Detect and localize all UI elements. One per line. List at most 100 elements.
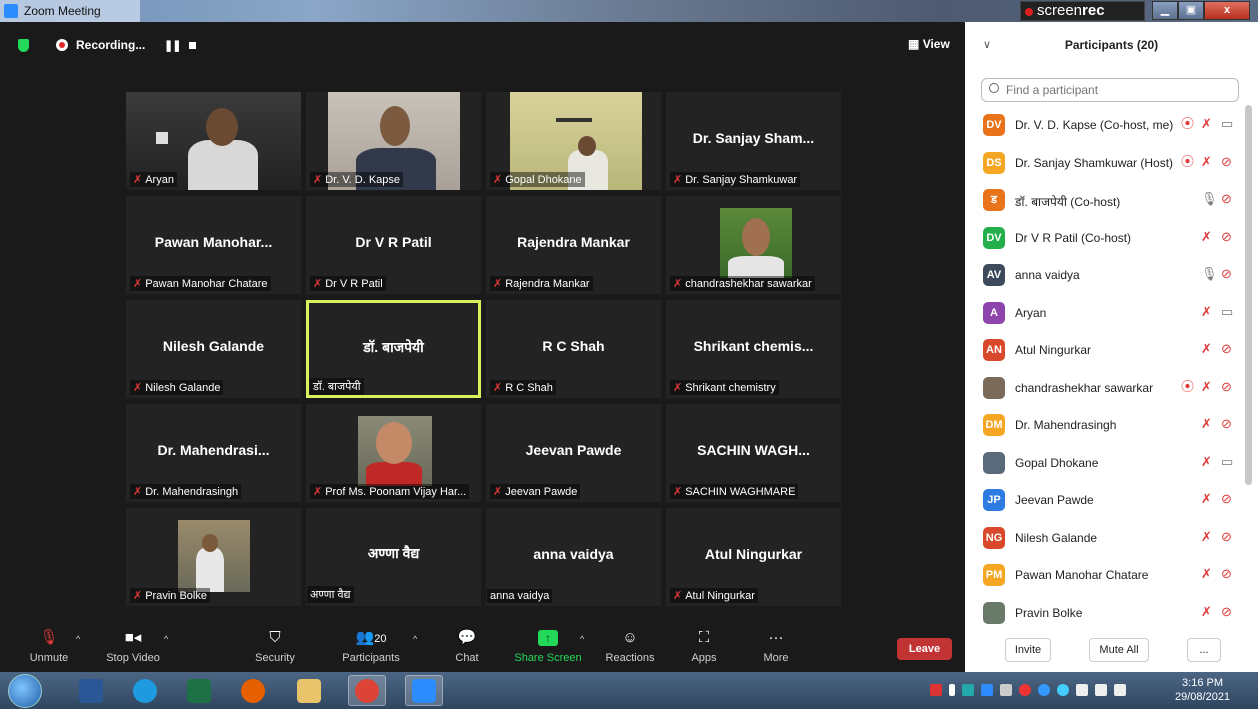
taskbar-edge[interactable] — [126, 675, 164, 706]
video-off-icon[interactable]: ⊘ — [1221, 567, 1232, 581]
battery-icon[interactable] — [1114, 684, 1126, 696]
antivirus-icon[interactable] — [1019, 684, 1031, 696]
participant-row[interactable]: NG Nilesh Galande ✗ ⊘ — [965, 520, 1258, 557]
network-icon[interactable] — [1038, 684, 1050, 696]
start-button[interactable] — [8, 674, 42, 708]
participant-row[interactable]: chandrashekhar sawarkar ⦿ ✗ ⊘ — [965, 370, 1258, 407]
mic-icon[interactable]: 🎙 — [1201, 192, 1218, 206]
participant-row[interactable]: AN Atul Ningurkar ✗ ⊘ — [965, 332, 1258, 369]
participant-row[interactable]: DS Dr. Sanjay Shamkuwar (Host) ⦿ ✗ ⊘ — [965, 145, 1258, 182]
invite-button[interactable]: Invite — [1005, 638, 1051, 662]
maximize-button[interactable]: ▣ — [1178, 1, 1204, 20]
video-tile[interactable]: Jeevan Pawde ✗ Jeevan Pawde — [486, 404, 661, 502]
participant-row[interactable]: Pravin Bolke ✗ ⊘ — [965, 595, 1258, 632]
taskbar-word[interactable] — [72, 675, 110, 706]
participant-row[interactable]: A Aryan ✗ ▭ — [965, 295, 1258, 332]
chat-button[interactable]: 💬 Chat — [448, 628, 486, 664]
video-tile[interactable]: Shrikant chemis... ✗ Shrikant chemistry — [666, 300, 841, 398]
participant-row[interactable]: AV anna vaidya 🎙 ⊘ — [965, 257, 1258, 294]
taskbar-chrome[interactable] — [348, 675, 386, 706]
stop-video-button[interactable]: ■◂ Stop Video — [100, 628, 166, 664]
pause-recording-button[interactable]: ❚❚ — [164, 39, 181, 52]
video-off-icon[interactable]: ⊘ — [1221, 604, 1232, 619]
leave-button[interactable]: Leave — [897, 638, 952, 660]
muted-mic-icon[interactable]: ✗ — [1201, 492, 1212, 506]
participant-search-input[interactable] — [981, 78, 1239, 102]
video-tile[interactable]: Nilesh Galande ✗ Nilesh Galande — [126, 300, 301, 398]
unmute-button[interactable]: 🎙 Unmute — [22, 628, 76, 664]
taskbar-firefox[interactable] — [234, 675, 272, 706]
muted-mic-icon[interactable]: ✗ — [1201, 304, 1212, 319]
active-speaker-tile[interactable]: डॉ. बाजपेयी डॉ. बाजपेयी — [306, 300, 481, 398]
taskbar-excel[interactable] — [180, 675, 218, 706]
video-tile[interactable]: anna vaidya anna vaidya — [486, 508, 661, 606]
video-camera-icon[interactable]: ▭ — [1221, 117, 1233, 131]
muted-mic-icon[interactable]: ✗ — [1201, 417, 1212, 431]
participants-caret-icon[interactable]: ^ — [413, 634, 417, 644]
app-tray-icon[interactable] — [962, 684, 974, 696]
more-options-button[interactable]: ... — [1187, 638, 1221, 662]
participant-row[interactable]: DM Dr. Mahendrasingh ✗ ⊘ — [965, 407, 1258, 444]
video-tile[interactable]: ✗ Aryan — [126, 92, 301, 190]
close-button[interactable]: x — [1204, 1, 1250, 20]
system-clock[interactable]: 3:16 PM 29/08/2021 — [1175, 676, 1230, 704]
taskbar-explorer[interactable] — [290, 675, 328, 706]
video-off-icon[interactable]: ⊘ — [1221, 154, 1232, 169]
participant-row[interactable]: DV Dr. V. D. Kapse (Co-host, me) ⦿ ✗ ▭ — [965, 107, 1258, 144]
participant-row[interactable]: ड डॉ. बाजपेयी (Co-host) 🎙 ⊘ — [965, 182, 1258, 219]
video-camera-icon[interactable]: ▭ — [1221, 304, 1233, 319]
video-off-icon[interactable]: ⊘ — [1221, 267, 1232, 281]
video-off-icon[interactable]: ⊘ — [1221, 342, 1232, 356]
video-tile[interactable]: Dr V R Patil ✗ Dr V R Patil — [306, 196, 481, 294]
reactions-button[interactable]: ☺ Reactions — [602, 628, 658, 664]
participants-button[interactable]: 👥20 Participants — [338, 628, 404, 664]
video-off-icon[interactable]: ⊘ — [1221, 529, 1232, 544]
video-options-caret-icon[interactable]: ^ — [164, 634, 168, 644]
video-tile[interactable]: Atul Ningurkar ✗ Atul Ningurkar — [666, 508, 841, 606]
volume-icon[interactable] — [1095, 684, 1107, 696]
video-tile[interactable]: अण्णा वैद्य अण्णा वैद्य — [306, 508, 481, 606]
muted-mic-icon[interactable]: ✗ — [1201, 604, 1212, 619]
video-off-icon[interactable]: ⊘ — [1221, 417, 1232, 431]
video-off-icon[interactable]: ⊘ — [1221, 229, 1232, 244]
mute-all-button[interactable]: Mute All — [1089, 638, 1149, 662]
video-tile[interactable]: ✗ Gopal Dhokane — [486, 92, 661, 190]
video-camera-icon[interactable]: ▭ — [1221, 454, 1233, 469]
video-tile[interactable]: ✗ Prof Ms. Poonam Vijay Har... — [306, 404, 481, 502]
participant-row[interactable]: PM Pawan Manohar Chatare ✗ ⊘ — [965, 557, 1258, 594]
minimize-button[interactable]: ▁ — [1152, 1, 1178, 20]
record-tray-icon[interactable] — [930, 684, 942, 696]
flag-icon[interactable] — [1076, 684, 1088, 696]
video-off-icon[interactable]: ⊘ — [1221, 192, 1232, 206]
video-tile[interactable]: Dr. Sanjay Sham... ✗ Dr. Sanjay Shamkuwar — [666, 92, 841, 190]
apps-button[interactable]: ⛶ Apps — [684, 628, 724, 664]
bluetooth-icon[interactable] — [949, 684, 955, 696]
video-tile[interactable]: R C Shah ✗ R C Shah — [486, 300, 661, 398]
participant-row[interactable]: DV Dr V R Patil (Co-host) ✗ ⊘ — [965, 220, 1258, 257]
muted-mic-icon[interactable]: ✗ — [1201, 342, 1212, 356]
more-button[interactable]: ··· More — [756, 628, 796, 664]
video-tile[interactable]: ✗ Dr. V. D. Kapse — [306, 92, 481, 190]
share-options-caret-icon[interactable]: ^ — [580, 634, 584, 644]
view-button[interactable]: ▦ View — [908, 37, 950, 51]
screenrec-badge[interactable]: screenrec — [1020, 1, 1145, 21]
participant-row[interactable]: JP Jeevan Pawde ✗ ⊘ — [965, 482, 1258, 519]
muted-mic-icon[interactable]: ✗ — [1201, 154, 1212, 169]
video-tile[interactable]: SACHIN WAGH... ✗ SACHIN WAGHMARE — [666, 404, 841, 502]
security-button[interactable]: ⛉ Security — [252, 628, 298, 664]
share-screen-button[interactable]: ↑ Share Screen — [512, 628, 584, 664]
mic-icon[interactable]: 🎙 — [1201, 267, 1218, 281]
video-tile[interactable]: Dr. Mahendrasi... ✗ Dr. Mahendrasingh — [126, 404, 301, 502]
video-off-icon[interactable]: ⊘ — [1221, 379, 1232, 394]
muted-mic-icon[interactable]: ✗ — [1201, 379, 1212, 394]
audio-options-caret-icon[interactable]: ^ — [76, 634, 80, 644]
video-off-icon[interactable]: ⊘ — [1221, 492, 1232, 506]
muted-mic-icon[interactable]: ✗ — [1201, 454, 1212, 469]
participants-scrollbar[interactable] — [1245, 105, 1252, 485]
muted-mic-icon[interactable]: ✗ — [1201, 567, 1212, 581]
taskbar-zoom[interactable] — [405, 675, 443, 706]
muted-mic-icon[interactable]: ✗ — [1201, 117, 1212, 131]
video-tile[interactable]: Rajendra Mankar ✗ Rajendra Mankar — [486, 196, 661, 294]
participant-row[interactable]: Gopal Dhokane ✗ ▭ — [965, 445, 1258, 482]
video-tile[interactable]: ✗ Pravin Bolke — [126, 508, 301, 606]
